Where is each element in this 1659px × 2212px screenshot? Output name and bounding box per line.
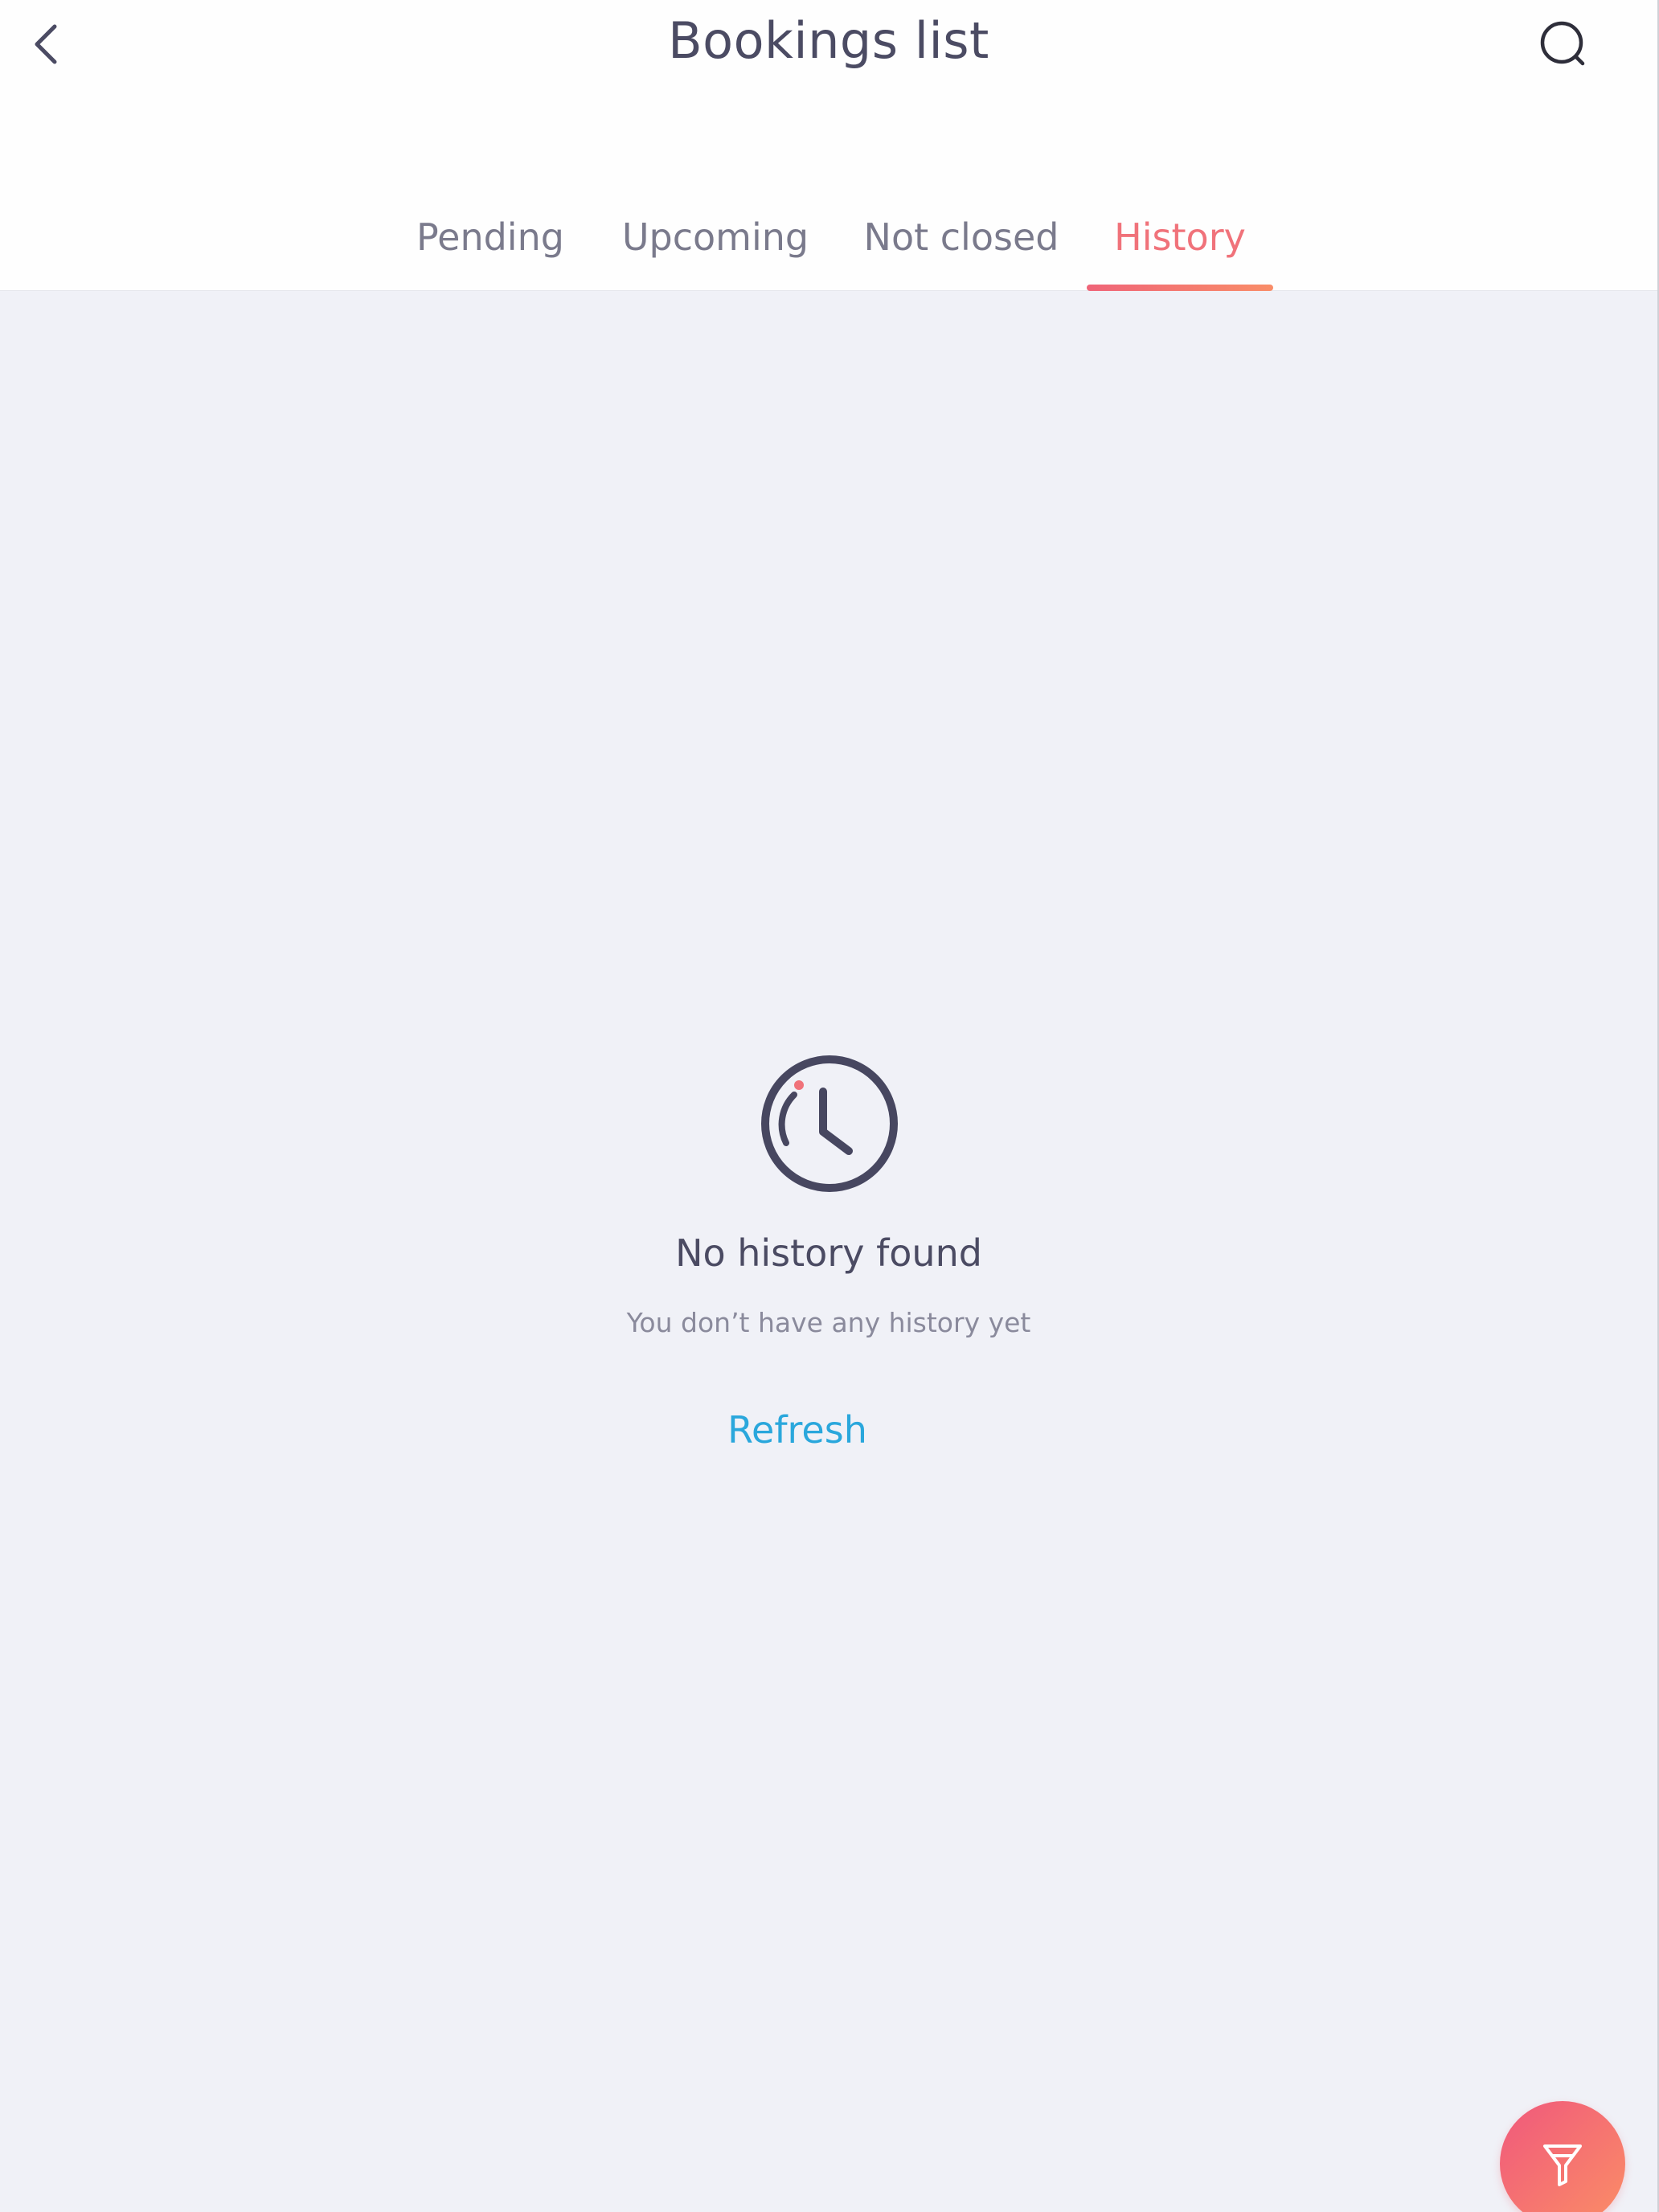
tab-label: History [1114, 215, 1246, 259]
refresh-link[interactable]: Refresh [707, 1408, 887, 1452]
empty-state-title: No history found [675, 1231, 982, 1275]
tab-bar: Pending Upcoming Not closed History [0, 201, 1657, 291]
clock-icon [761, 1055, 898, 1192]
tab-label: Not closed [863, 215, 1059, 259]
tab-upcoming[interactable]: Upcoming [611, 215, 820, 291]
tab-pending[interactable]: Pending [402, 215, 579, 291]
tab-history[interactable]: History [1087, 215, 1273, 291]
tab-label: Pending [416, 215, 564, 259]
page-title: Bookings list [668, 11, 989, 70]
search-button[interactable] [1535, 16, 1591, 72]
app-screen: Bookings list Pending Upcoming Not close… [0, 0, 1659, 2212]
active-tab-indicator [1087, 285, 1273, 291]
tab-not-closed[interactable]: Not closed [857, 215, 1066, 291]
filter-icon [1543, 2144, 1582, 2186]
tab-label: Upcoming [621, 215, 809, 259]
empty-state-subtitle: You don’t have any history yet [626, 1307, 1031, 1338]
search-icon [1540, 21, 1585, 66]
header: Bookings list Pending Upcoming Not close… [0, 0, 1657, 291]
filter-button[interactable] [1500, 2101, 1625, 2212]
